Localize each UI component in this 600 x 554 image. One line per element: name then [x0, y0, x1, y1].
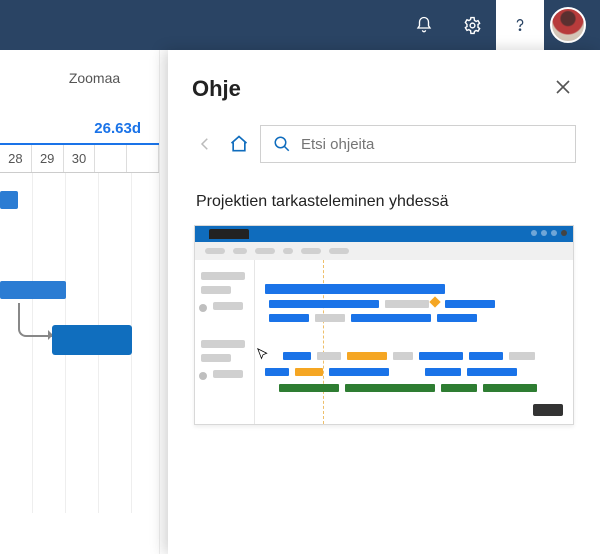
home-icon [229, 134, 249, 154]
gantt-bar[interactable] [0, 191, 18, 209]
question-icon [512, 15, 528, 35]
help-search-box[interactable] [260, 125, 576, 163]
avatar[interactable] [550, 7, 586, 43]
home-button[interactable] [226, 131, 252, 157]
timeline-header: 28 29 30 [0, 145, 159, 173]
search-icon [273, 135, 291, 153]
zoom-label: Zoomaa [0, 70, 159, 86]
date-cell: 28 [0, 145, 32, 172]
notifications-button[interactable] [400, 0, 448, 50]
close-icon [556, 80, 570, 94]
gantt-bar[interactable] [52, 325, 132, 355]
cursor-icon [257, 348, 269, 360]
date-cell [127, 145, 159, 172]
date-cell [95, 145, 127, 172]
bell-icon [415, 16, 433, 34]
settings-button[interactable] [448, 0, 496, 50]
gear-icon [463, 16, 482, 35]
date-cell: 30 [64, 145, 96, 172]
back-arrow-icon [196, 135, 214, 153]
back-button[interactable] [192, 131, 218, 157]
close-button[interactable] [550, 72, 576, 105]
help-button[interactable] [496, 0, 544, 50]
dependency-arrow [18, 303, 52, 337]
gantt-bar[interactable] [0, 281, 66, 299]
help-search-input[interactable] [301, 136, 563, 153]
timeline-pane: Zoomaa 26.63d 28 29 30 [0, 50, 160, 554]
help-title: Ohje [192, 76, 241, 102]
help-panel: Ohje Projektien tarkasteleminen yhdessä [168, 50, 600, 554]
date-cell: 29 [32, 145, 64, 172]
help-article-title[interactable]: Projektien tarkasteleminen yhdessä [196, 193, 572, 211]
top-bar [0, 0, 600, 50]
help-article-illustration [194, 225, 574, 425]
timeline-grid[interactable] [0, 173, 159, 513]
duration-value: 26.63d [0, 120, 159, 145]
